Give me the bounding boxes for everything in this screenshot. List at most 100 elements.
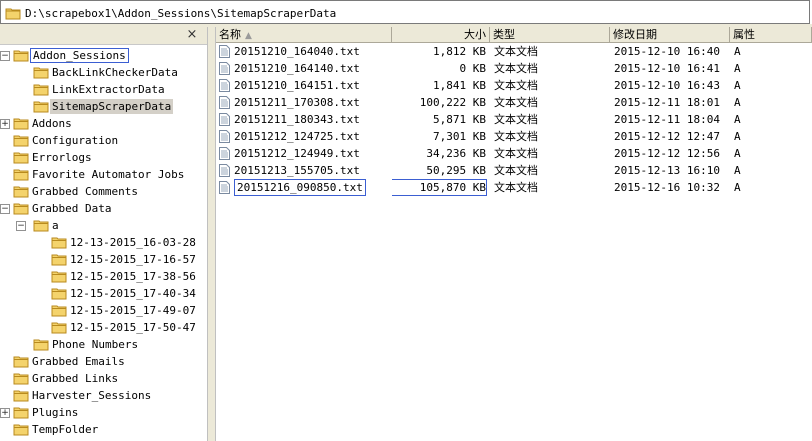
close-icon[interactable]: × (185, 28, 199, 42)
file-type: 文本文档 (494, 113, 538, 126)
tree-node[interactable]: Grabbed Emails (0, 353, 207, 370)
folder-icon (51, 236, 67, 252)
tree-node[interactable]: TempFolder (0, 421, 207, 438)
tree-node-label: BackLinkCheckerData (52, 66, 178, 79)
tree-node[interactable]: BackLinkCheckerData (0, 64, 207, 81)
tree-node[interactable]: Errorlogs (0, 149, 207, 166)
expand-icon[interactable]: + (0, 119, 10, 129)
file-name: 20151216_090850.txt (234, 179, 366, 196)
collapse-icon[interactable]: − (0, 204, 10, 214)
text-file-icon (219, 96, 230, 112)
tree-node-label: Grabbed Data (32, 202, 112, 215)
file-modified: 2015-12-11 18:01 (614, 96, 720, 109)
folder-icon (5, 6, 21, 23)
file-attributes: A (734, 45, 741, 58)
folder-tree[interactable]: × − Addon_Sessions BackLinkCheckerData Link… (0, 27, 208, 441)
column-header-name[interactable]: 名称 ▲ (216, 27, 392, 43)
folder-icon (33, 100, 49, 116)
tree-node-label: Plugins (32, 406, 79, 419)
text-file-icon (219, 181, 230, 197)
column-type-label: 类型 (493, 28, 515, 41)
folder-icon (13, 134, 29, 150)
folder-icon (13, 151, 29, 167)
file-size: 1,841 KB (433, 79, 486, 92)
file-size: 1,812 KB (433, 45, 486, 58)
tree-node[interactable]: SitemapScraperData (0, 98, 207, 115)
tree-node[interactable]: Favorite Automator Jobs (0, 166, 207, 183)
column-attr-label: 属性 (733, 28, 755, 41)
tree-node[interactable]: Phone Numbers (0, 336, 207, 353)
tree-node[interactable]: Grabbed Links (0, 370, 207, 387)
file-modified: 2015-12-11 18:04 (614, 113, 720, 126)
tree-node[interactable]: LinkExtractorData (0, 81, 207, 98)
file-row[interactable]: 20151210_164140.txt 0 KB 文本文档 2015-12-10 16… (216, 60, 812, 77)
file-row[interactable]: 20151211_170308.txt 100,222 KB 文本文档 2015-12… (216, 94, 812, 111)
file-modified: 2015-12-10 16:43 (614, 79, 720, 92)
tree-node-label: Errorlogs (32, 151, 92, 164)
tree-node[interactable]: 12-15-2015_17-40-34 (0, 285, 207, 302)
collapse-icon[interactable]: − (16, 221, 26, 231)
file-modified: 2015-12-16 10:32 (614, 181, 720, 194)
file-row[interactable]: 20151210_164040.txt 1,812 KB 文本文档 2015-12-1… (216, 43, 812, 60)
tree-node[interactable]: − Addon_Sessions (0, 47, 207, 64)
folder-icon (51, 287, 67, 303)
tree-node-label: a (52, 219, 59, 232)
pane-splitter[interactable] (207, 27, 216, 441)
column-header-size[interactable]: 大小 (392, 27, 490, 43)
tree-node[interactable]: + Addons (0, 115, 207, 132)
file-name: 20151211_170308.txt (234, 96, 360, 109)
file-row[interactable]: 20151212_124949.txt 34,236 KB 文本文档 2015-12-… (216, 145, 812, 162)
file-row[interactable]: 20151211_180343.txt 5,871 KB 文本文档 2015-12-1… (216, 111, 812, 128)
tree-node[interactable]: + Plugins (0, 404, 207, 421)
text-file-icon (219, 62, 230, 78)
tree-node[interactable]: 12-15-2015_17-38-56 (0, 268, 207, 285)
folder-icon (13, 372, 29, 388)
sort-up-icon: ▲ (245, 31, 252, 41)
file-type: 文本文档 (494, 62, 538, 75)
file-list[interactable]: 名称 ▲ 大小 类型 修改日期 属性 20151210_164040.txt 1,8… (216, 27, 812, 441)
tree-node-label: 12-13-2015_16-03-28 (70, 236, 196, 249)
file-row[interactable]: 20151213_155705.txt 50,295 KB 文本文档 2015-12-… (216, 162, 812, 179)
tree-node[interactable]: − Grabbed Data (0, 200, 207, 217)
folder-icon (33, 219, 49, 235)
column-header-type[interactable]: 类型 (490, 27, 610, 43)
file-modified: 2015-12-12 12:56 (614, 147, 720, 160)
tree-node[interactable]: 12-15-2015_17-49-07 (0, 302, 207, 319)
file-modified: 2015-12-12 12:47 (614, 130, 720, 143)
file-attributes: A (734, 164, 741, 177)
tree-node[interactable]: Harvester_Sessions (0, 387, 207, 404)
file-size: 7,301 KB (433, 130, 486, 143)
file-size: 34,236 KB (426, 147, 486, 160)
tree-node[interactable]: 12-13-2015_16-03-28 (0, 234, 207, 251)
tree-node[interactable]: Grabbed Comments (0, 183, 207, 200)
column-header-modified[interactable]: 修改日期 (610, 27, 730, 43)
address-bar[interactable]: D:\scrapebox1\Addon_Sessions\SitemapScra… (0, 0, 810, 24)
tree-node[interactable]: − a (0, 217, 207, 234)
expand-icon[interactable]: + (0, 408, 10, 418)
file-attributes: A (734, 130, 741, 143)
file-size: 100,222 KB (419, 96, 486, 109)
tree-node-label: SitemapScraperData (50, 99, 174, 114)
file-row[interactable]: 20151210_164151.txt 1,841 KB 文本文档 2015-12-1… (216, 77, 812, 94)
tree-node[interactable]: Configuration (0, 132, 207, 149)
folder-icon (13, 423, 29, 439)
file-row[interactable]: 20151212_124725.txt 7,301 KB 文本文档 2015-12-1… (216, 128, 812, 145)
tree-node[interactable]: 12-15-2015_17-16-57 (0, 251, 207, 268)
file-attributes: A (734, 96, 741, 109)
text-file-icon (219, 130, 230, 146)
tree-node-label: Addon_Sessions (30, 48, 129, 63)
tree-node[interactable]: 12-15-2015_17-50-47 (0, 319, 207, 336)
text-file-icon (219, 79, 230, 95)
file-type: 文本文档 (494, 164, 538, 177)
column-name-label: 名称 (219, 28, 241, 41)
column-header-attributes[interactable]: 属性 (730, 27, 812, 43)
folder-icon (13, 185, 29, 201)
file-size: 5,871 KB (433, 113, 486, 126)
file-size: 50,295 KB (426, 164, 486, 177)
file-row[interactable]: 20151216_090850.txt 105,870 KB 文本文档 2015-12… (216, 179, 812, 196)
address-path: D:\scrapebox1\Addon_Sessions\SitemapScra… (25, 7, 337, 20)
file-name: 20151210_164140.txt (234, 62, 360, 75)
tree-node-label: Addons (32, 117, 72, 130)
tree-node-label: 12-15-2015_17-16-57 (70, 253, 196, 266)
collapse-icon[interactable]: − (0, 51, 10, 61)
